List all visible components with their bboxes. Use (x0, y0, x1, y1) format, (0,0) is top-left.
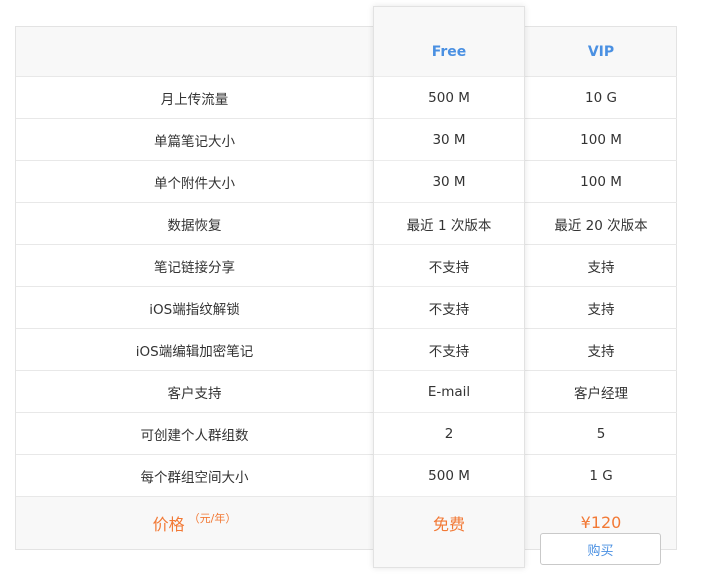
feature-label: 单篇笔记大小 (154, 134, 235, 150)
vip-value: 5 (596, 426, 606, 442)
feature-label: 客户支持 (167, 386, 222, 402)
free-value: 不支持 (428, 260, 470, 276)
row-divider (374, 202, 524, 203)
row-divider (374, 328, 524, 329)
row-divider (374, 370, 524, 371)
row-divider (374, 286, 524, 287)
vip-value: 支持 (587, 344, 615, 360)
free-value: 最近 1 次版本 (406, 218, 492, 234)
feature-label: 单个附件大小 (154, 176, 235, 192)
row-divider (374, 454, 524, 455)
free-value: 30 M (432, 174, 466, 190)
vip-value: 1 G (589, 468, 613, 484)
row-divider (374, 76, 524, 77)
free-price: 免费 (432, 515, 465, 534)
vip-value: 最近 20 次版本 (554, 218, 648, 234)
row-divider (374, 244, 524, 245)
feature-label: 月上传流量 (160, 92, 229, 108)
row-divider (374, 118, 524, 119)
vip-value: 支持 (587, 302, 615, 318)
vip-value: 10 G (585, 90, 617, 106)
free-value: 500 M (428, 90, 470, 106)
feature-label: iOS端指纹解锁 (149, 302, 240, 318)
price-unit: （元/年） (188, 512, 237, 525)
row-divider (374, 160, 524, 161)
vip-value: 支持 (587, 260, 615, 276)
feature-label: 可创建个人群组数 (140, 428, 249, 444)
free-value: 2 (444, 426, 454, 442)
vip-value: 100 M (580, 132, 622, 148)
vip-plan-header: VIP (587, 43, 615, 60)
free-value: 500 M (428, 468, 470, 484)
vip-value: 客户经理 (574, 386, 628, 402)
row-divider (374, 412, 524, 413)
feature-label: iOS端编辑加密笔记 (135, 344, 254, 360)
free-value: 不支持 (428, 344, 470, 360)
buy-button[interactable]: 购买 (540, 533, 661, 565)
free-value: 不支持 (428, 302, 470, 318)
feature-label: 数据恢复 (167, 218, 222, 234)
feature-label: 笔记链接分享 (154, 260, 235, 276)
feature-label: 每个群组空间大小 (140, 470, 249, 486)
free-plan-header: Free (431, 43, 467, 60)
free-value: E-mail (427, 384, 471, 400)
vip-value: 100 M (580, 174, 622, 190)
price-label: 价格 （元/年） (152, 512, 237, 534)
free-value: 30 M (432, 132, 466, 148)
